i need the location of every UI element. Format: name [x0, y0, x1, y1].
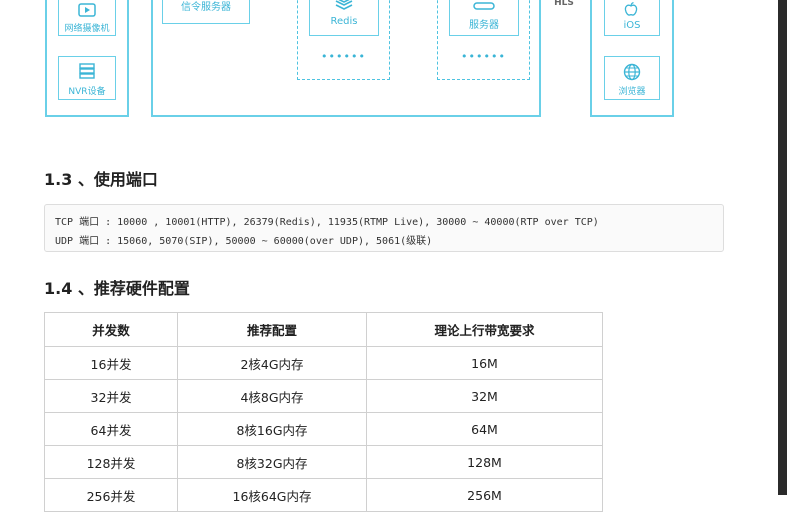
table-cell: 8核16G内存 — [177, 412, 367, 446]
section-heading-ports: 1.3 、使用端口 — [44, 170, 158, 189]
server-more-dots: •••••• — [461, 50, 506, 63]
redis-label: Redis — [330, 16, 358, 27]
table-row: 256并发 16核64G内存 256M — [44, 478, 603, 512]
nvr-icon — [79, 63, 95, 79]
section-heading-hardware: 1.4 、推荐硬件配置 — [44, 279, 190, 298]
table-row: 64并发 8核16G内存 64M — [44, 412, 603, 446]
ios-label: iOS — [623, 20, 641, 31]
table-cell: 4核8G内存 — [177, 379, 367, 413]
redis-more-dots: •••••• — [321, 50, 366, 63]
scrollbar-gutter[interactable] — [778, 0, 787, 495]
table-cell: 64M — [366, 412, 603, 446]
column-header: 并发数 — [44, 312, 178, 347]
column-header: 理论上行带宽要求 — [366, 312, 603, 347]
table-cell: 32M — [366, 379, 603, 413]
camera-label: 网络摄像机 — [64, 24, 110, 34]
table-cell: 32并发 — [44, 379, 178, 413]
table-row: 32并发 4核8G内存 32M — [44, 379, 603, 413]
table-cell: 16核64G内存 — [177, 478, 367, 512]
table-cell: 8核32G内存 — [177, 445, 367, 479]
table-row: 16并发 2核4G内存 16M — [44, 346, 603, 380]
server-icon — [473, 2, 495, 10]
hardware-table: 并发数 推荐配置 理论上行带宽要求 16并发 2核4G内存 16M 32并发 4… — [44, 312, 603, 512]
code-line-udp: UDP 端口 : 15060, 5070(SIP), 50000 ~ 60000… — [55, 236, 433, 247]
hls-label: HLS — [554, 0, 574, 8]
table-cell: 16M — [366, 346, 603, 380]
table-cell: 128M — [366, 445, 603, 479]
nvr-label: NVR设备 — [68, 87, 106, 97]
table-cell: 64并发 — [44, 412, 178, 446]
camera-icon — [78, 3, 96, 17]
table-header-row: 并发数 推荐配置 理论上行带宽要求 — [44, 312, 603, 347]
table-cell: 16并发 — [44, 346, 178, 380]
table-row: 128并发 8核32G内存 128M — [44, 445, 603, 479]
signal-server-label: 信令服务器 — [181, 2, 231, 13]
column-header: 推荐配置 — [177, 312, 367, 347]
server-label: 服务器 — [469, 20, 499, 31]
table-cell: 256M — [366, 478, 603, 512]
browser-label: 浏览器 — [618, 87, 646, 97]
code-line-tcp: TCP 端口 : 10000 , 10001(HTTP), 26379(Redi… — [55, 217, 599, 228]
architecture-diagram: 网络摄像机 NVR设备 信令服务器 Redis •••••• 服务器 •••••… — [0, 0, 787, 120]
stack-icon — [335, 0, 353, 10]
table-cell: 2核4G内存 — [177, 346, 367, 380]
ports-code-block: TCP 端口 : 10000 , 10001(HTTP), 26379(Redi… — [44, 204, 724, 252]
table-cell: 256并发 — [44, 478, 178, 512]
globe-icon — [623, 63, 641, 81]
apple-icon — [624, 2, 638, 16]
table-cell: 128并发 — [44, 445, 178, 479]
